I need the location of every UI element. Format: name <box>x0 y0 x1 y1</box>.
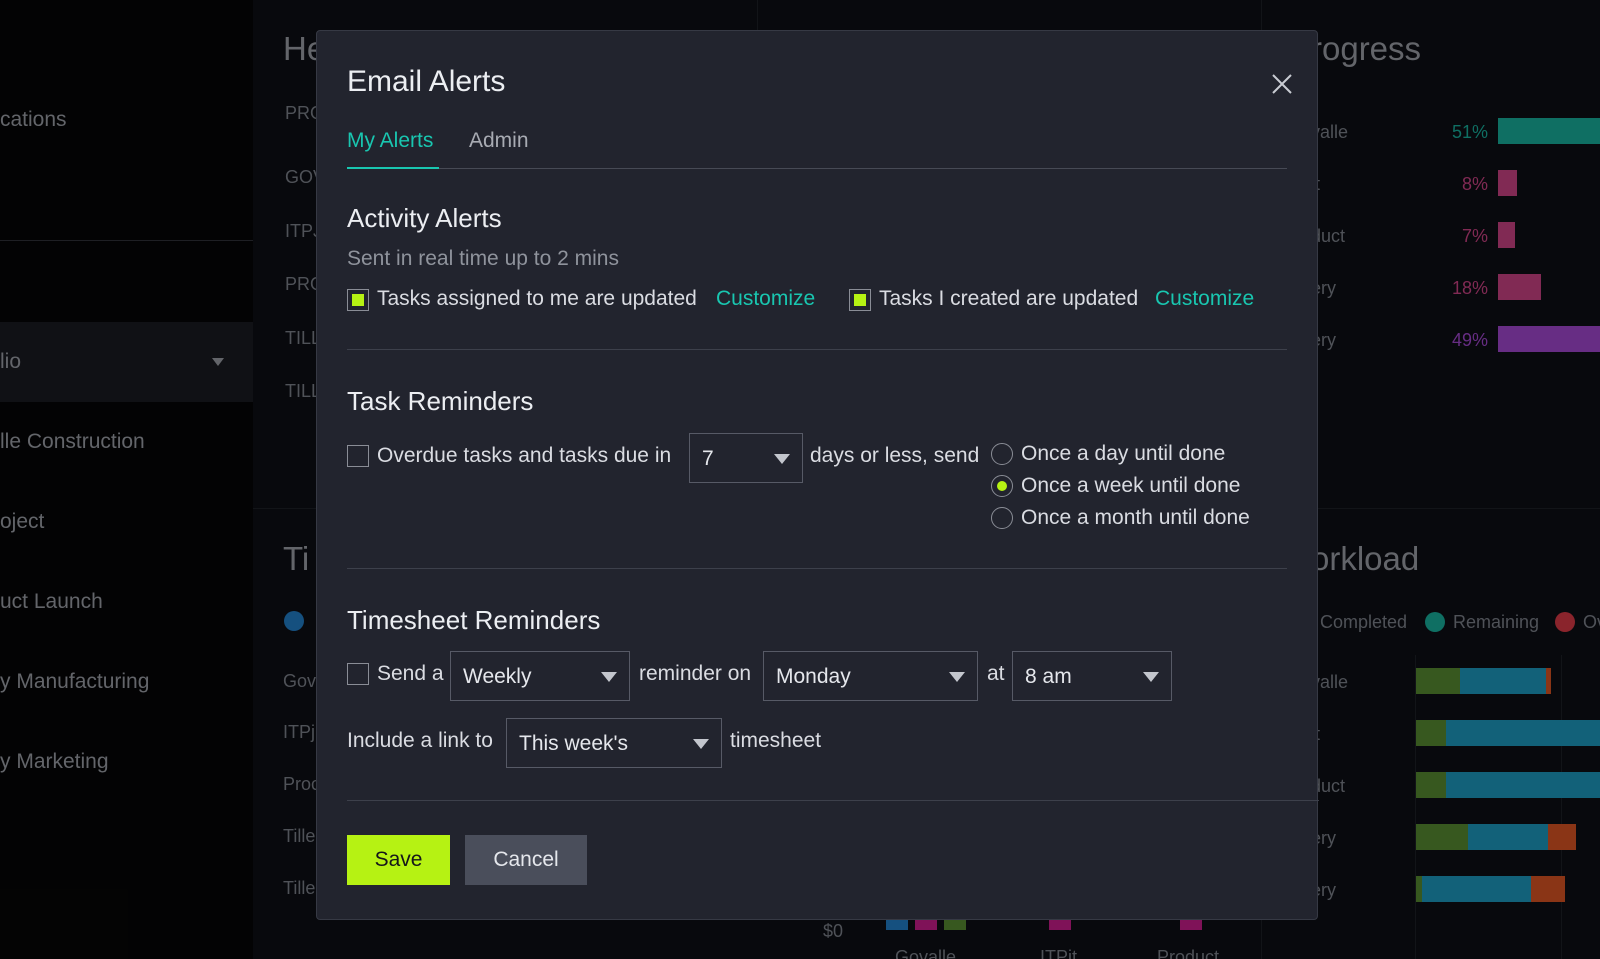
created-updated-checkbox[interactable] <box>849 289 871 311</box>
frequency-select[interactable]: Weekly <box>450 651 630 701</box>
tab-bar: My Alerts Admin <box>347 129 1287 169</box>
timesheet-link-select[interactable]: This week's <box>506 718 722 768</box>
reminder-on-label: reminder on <box>639 662 752 685</box>
timesheet-reminder-checkbox[interactable] <box>347 663 369 685</box>
frequency-select-value: Weekly <box>463 665 532 688</box>
customize-assigned-link[interactable]: Customize <box>716 287 815 311</box>
assigned-updated-checkbox[interactable] <box>347 289 369 311</box>
send-a-label: Send a <box>377 662 444 685</box>
footer-divider <box>347 800 1319 801</box>
radio-once-a-day-label: Once a day until done <box>1021 442 1226 465</box>
customize-created-link[interactable]: Customize <box>1155 287 1254 311</box>
include-link-label: Include a link to <box>347 729 493 752</box>
radio-once-a-week-label: Once a week until done <box>1021 474 1241 497</box>
days-suffix-label: days or less, send <box>810 444 980 467</box>
section-divider <box>347 349 1287 350</box>
email-alerts-dialog: Email Alerts My Alerts Admin Activity Al… <box>316 30 1319 920</box>
days-select[interactable]: 7 <box>689 433 803 483</box>
at-label: at <box>987 662 1005 685</box>
radio-once-a-day[interactable] <box>991 443 1013 465</box>
chevron-down-icon <box>601 672 617 682</box>
timesheet-reminders-heading: Timesheet Reminders <box>347 605 601 635</box>
dialog-title: Email Alerts <box>347 65 506 98</box>
time-select-value: 8 am <box>1025 665 1072 688</box>
close-icon[interactable] <box>1267 69 1297 99</box>
save-button[interactable]: Save <box>347 835 450 885</box>
timesheet-link-select-value: This week's <box>519 732 629 755</box>
assigned-updated-label: Tasks assigned to me are updated <box>377 287 697 310</box>
task-reminders-heading: Task Reminders <box>347 386 534 416</box>
overdue-tasks-label: Overdue tasks and tasks due in <box>377 444 672 467</box>
activity-alerts-description: Sent in real time up to 2 mins <box>347 247 619 270</box>
radio-once-a-month[interactable] <box>991 507 1013 529</box>
tab-admin[interactable]: Admin <box>469 129 539 169</box>
timesheet-suffix-label: timesheet <box>730 729 822 752</box>
chevron-down-icon <box>693 739 709 749</box>
activity-alerts-heading: Activity Alerts <box>347 203 502 233</box>
time-select[interactable]: 8 am <box>1012 651 1172 701</box>
chevron-down-icon <box>1143 672 1159 682</box>
days-select-value: 7 <box>702 447 714 470</box>
chevron-down-icon <box>774 454 790 464</box>
radio-once-a-month-label: Once a month until done <box>1021 506 1250 529</box>
cancel-button[interactable]: Cancel <box>465 835 587 885</box>
day-select-value: Monday <box>776 665 851 688</box>
section-divider <box>347 568 1287 569</box>
app-stage: cations lio lle Construction oject uct L… <box>0 0 1600 959</box>
created-updated-label: Tasks I created are updated <box>879 287 1139 310</box>
chevron-down-icon <box>949 672 965 682</box>
day-select[interactable]: Monday <box>763 651 978 701</box>
tab-my-alerts[interactable]: My Alerts <box>347 129 439 169</box>
radio-once-a-week[interactable] <box>991 475 1013 497</box>
overdue-tasks-checkbox[interactable] <box>347 445 369 467</box>
